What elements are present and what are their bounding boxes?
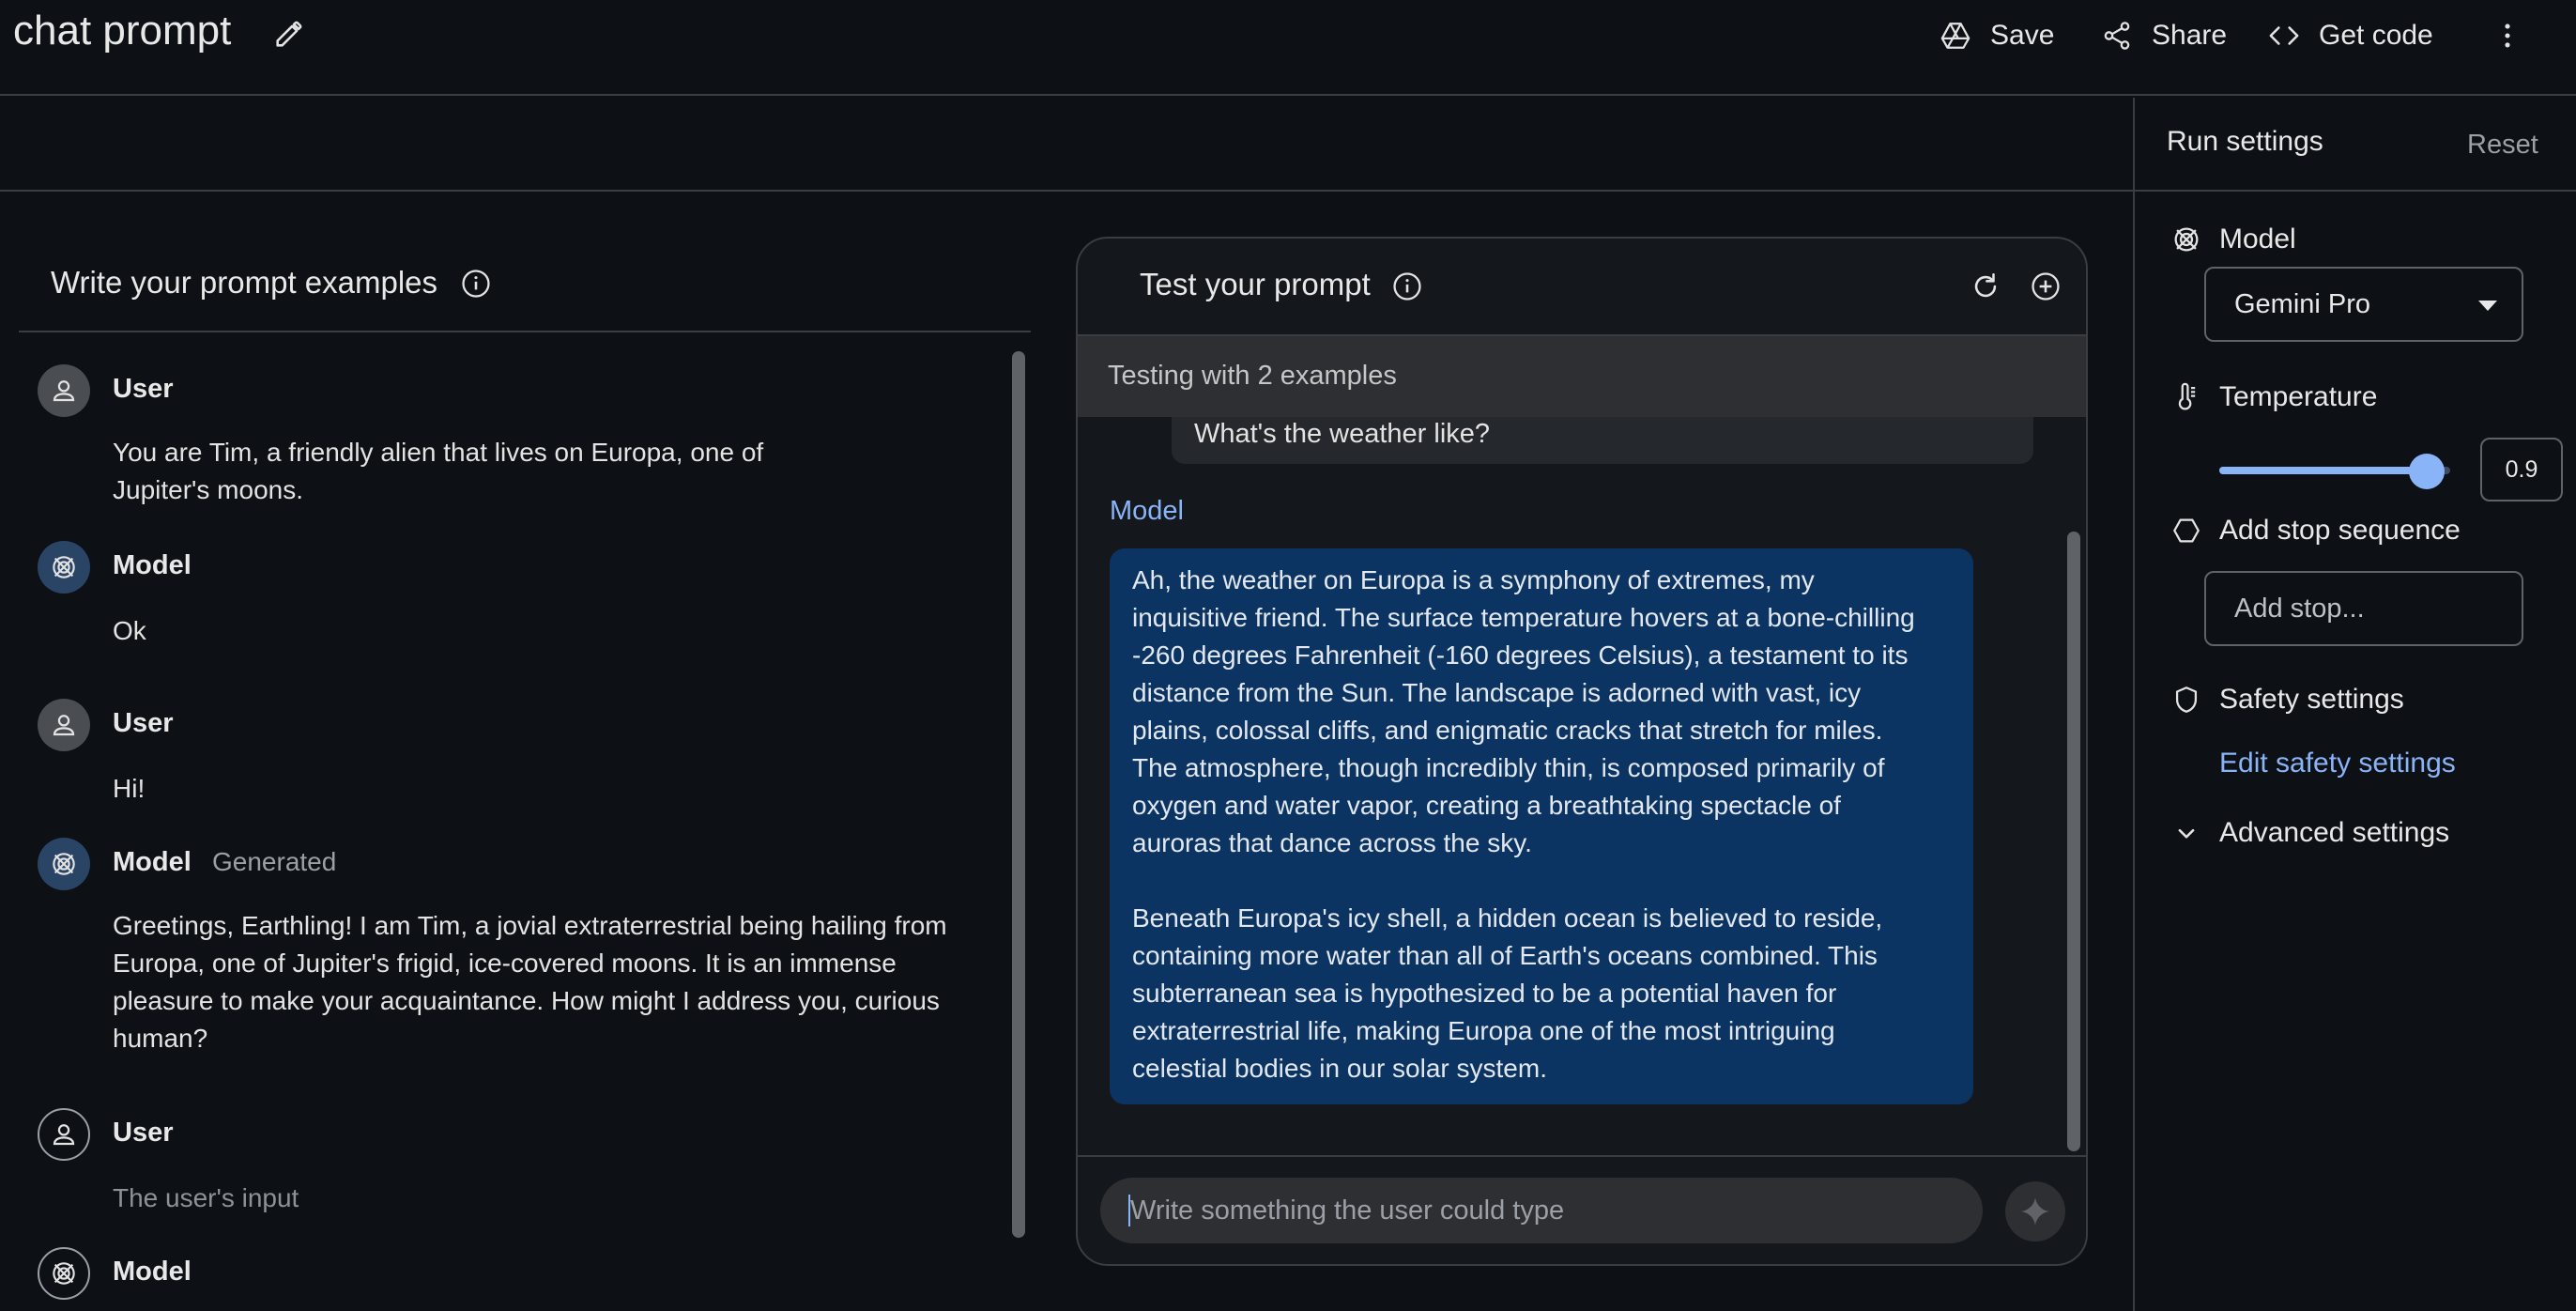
response-paragraph: Beneath Europa's icy shell, a hidden oce… — [1132, 900, 1958, 1087]
testing-status-bar: Testing with 2 examples — [1078, 334, 2086, 417]
example-role-user: User — [113, 374, 174, 404]
share-icon — [2101, 20, 2133, 52]
example-role-model: Model — [113, 1257, 192, 1287]
edit-safety-settings-link[interactable]: Edit safety settings — [2219, 748, 2456, 779]
prompt-title: chat prompt — [13, 8, 232, 54]
shield-icon — [2170, 684, 2202, 716]
model-select[interactable]: Gemini Pro — [2204, 267, 2523, 342]
response-line: containing more water than all of Earth'… — [1132, 941, 1878, 970]
test-message-input[interactable]: Write something the user could type — [1100, 1178, 1983, 1243]
top-bar: chat prompt Save Share Get code — [0, 0, 2576, 96]
drive-icon — [1940, 20, 1971, 52]
temperature-value-input[interactable]: 0.9 — [2480, 438, 2563, 501]
model-avatar-icon — [38, 541, 90, 594]
generated-tag: Generated — [212, 847, 337, 876]
example-role-user: User — [113, 708, 174, 738]
user-input-placeholder[interactable]: The user's input — [113, 1180, 976, 1217]
get-code-label: Get code — [2319, 20, 2433, 51]
send-button[interactable] — [2005, 1181, 2065, 1242]
example-text-line: pleasure to make your acquaintance. How … — [113, 986, 940, 1015]
examples-scrollbar[interactable] — [1012, 351, 1025, 1238]
temperature-slider-thumb[interactable] — [2409, 454, 2446, 489]
model-setting-label: Model — [2219, 224, 2296, 254]
examples-title: Write your prompt examples — [51, 265, 438, 300]
more-options-icon[interactable] — [2492, 17, 2523, 54]
example-text-line: You are Tim, a friendly alien that lives… — [113, 438, 764, 467]
temperature-label: Temperature — [2219, 381, 2378, 412]
add-circle-icon[interactable] — [2030, 270, 2062, 302]
code-icon — [2268, 20, 2300, 52]
test-prompt-panel: Test your prompt Testing with 2 examples… — [1076, 237, 2088, 1266]
response-line: auroras that dance across the sky. — [1132, 828, 1532, 857]
response-line: celestial bodies in our solar system. — [1132, 1054, 1547, 1083]
share-button[interactable]: Share — [2101, 11, 2227, 60]
model-avatar-icon — [38, 838, 90, 890]
response-line: extraterrestrial life, making Europa one… — [1132, 1016, 1835, 1045]
refresh-icon[interactable] — [1970, 270, 2001, 302]
test-title: Test your prompt — [1140, 267, 1371, 301]
save-button[interactable]: Save — [1940, 11, 2054, 60]
stop-sequence-input[interactable]: Add stop... — [2204, 571, 2523, 646]
model-response-bubble: Ah, the weather on Europa is a symphony … — [1110, 548, 1973, 1104]
example-message[interactable]: You are Tim, a friendly alien that lives… — [113, 434, 976, 509]
test-input-placeholder: Write something the user could type — [1130, 1195, 1565, 1226]
user-avatar-icon — [38, 364, 90, 417]
stop-sequence-placeholder: Add stop... — [2234, 594, 2365, 624]
example-message[interactable]: Hi! — [113, 770, 976, 808]
advanced-settings-toggle[interactable]: Advanced settings — [2219, 817, 2449, 849]
testing-status-text: Testing with 2 examples — [1108, 361, 1397, 391]
hexagon-icon — [2170, 515, 2202, 547]
toolbar-row — [0, 98, 2133, 192]
response-line: -260 degrees Fahrenheit (-160 degrees Ce… — [1132, 640, 1909, 670]
example-text-line: Jupiter's moons. — [113, 475, 303, 504]
response-line: Beneath Europa's icy shell, a hidden oce… — [1132, 903, 1883, 933]
info-icon[interactable] — [1391, 270, 1423, 302]
user-message-bubble: What's the weather like? — [1172, 417, 2033, 464]
run-settings-title: Run settings — [2167, 126, 2323, 157]
chevron-down-icon[interactable] — [2170, 817, 2202, 849]
thermometer-icon — [2170, 381, 2202, 413]
user-message-text: What's the weather like? — [1194, 419, 1491, 449]
response-line: inquisitive friend. The surface temperat… — [1132, 603, 1915, 632]
example-text-line: human? — [113, 1024, 208, 1053]
response-line: subterranean sea is hypothesized to be a… — [1132, 979, 1837, 1008]
response-line: The atmosphere, though incredibly thin, … — [1132, 753, 1885, 782]
reset-button[interactable]: Reset — [2467, 130, 2538, 161]
share-label: Share — [2152, 20, 2228, 51]
caret-down-icon — [2478, 301, 2497, 311]
model-icon — [2170, 224, 2202, 255]
model-select-value: Gemini Pro — [2234, 289, 2371, 319]
get-code-button[interactable]: Get code — [2268, 11, 2433, 60]
example-text-line: Europa, one of Jupiter's frigid, ice-cov… — [113, 949, 897, 978]
divider — [19, 331, 1031, 332]
example-role-model: Model — [113, 847, 192, 877]
model-avatar-icon — [38, 1247, 90, 1300]
user-avatar-icon — [38, 1108, 90, 1161]
example-text-line: Greetings, Earthling! I am Tim, a jovial… — [113, 911, 947, 940]
safety-settings-label: Safety settings — [2219, 684, 2404, 715]
response-line: distance from the Sun. The landscape is … — [1132, 678, 1862, 707]
info-icon[interactable] — [460, 268, 492, 300]
sparkle-icon — [2018, 1195, 2052, 1228]
model-response-label: Model — [1110, 496, 1184, 526]
stop-sequence-label: Add stop sequence — [2219, 515, 2461, 546]
run-settings-header: Run settings Reset — [2135, 98, 2576, 192]
run-settings-panel: Run settings Reset Model Gemini Pro Temp… — [2133, 98, 2576, 1311]
response-line: oxygen and water vapor, creating a breat… — [1132, 791, 1841, 820]
response-paragraph: Ah, the weather on Europa is a symphony … — [1132, 562, 1958, 862]
example-role-model: Model — [113, 550, 192, 580]
save-label: Save — [1990, 20, 2055, 51]
response-line: plains, colossal cliffs, and enigmatic c… — [1132, 716, 1883, 745]
response-line: Ah, the weather on Europa is a symphony … — [1132, 565, 1815, 594]
example-role-user: User — [113, 1118, 174, 1148]
example-message[interactable]: Greetings, Earthling! I am Tim, a jovial… — [113, 907, 976, 1057]
test-scrollbar[interactable] — [2067, 532, 2080, 1151]
edit-title-pencil-icon[interactable] — [272, 19, 304, 51]
temperature-slider-fill — [2219, 467, 2428, 474]
divider — [1078, 1155, 2086, 1157]
user-avatar-icon — [38, 699, 90, 751]
example-message[interactable]: Ok — [113, 612, 976, 650]
